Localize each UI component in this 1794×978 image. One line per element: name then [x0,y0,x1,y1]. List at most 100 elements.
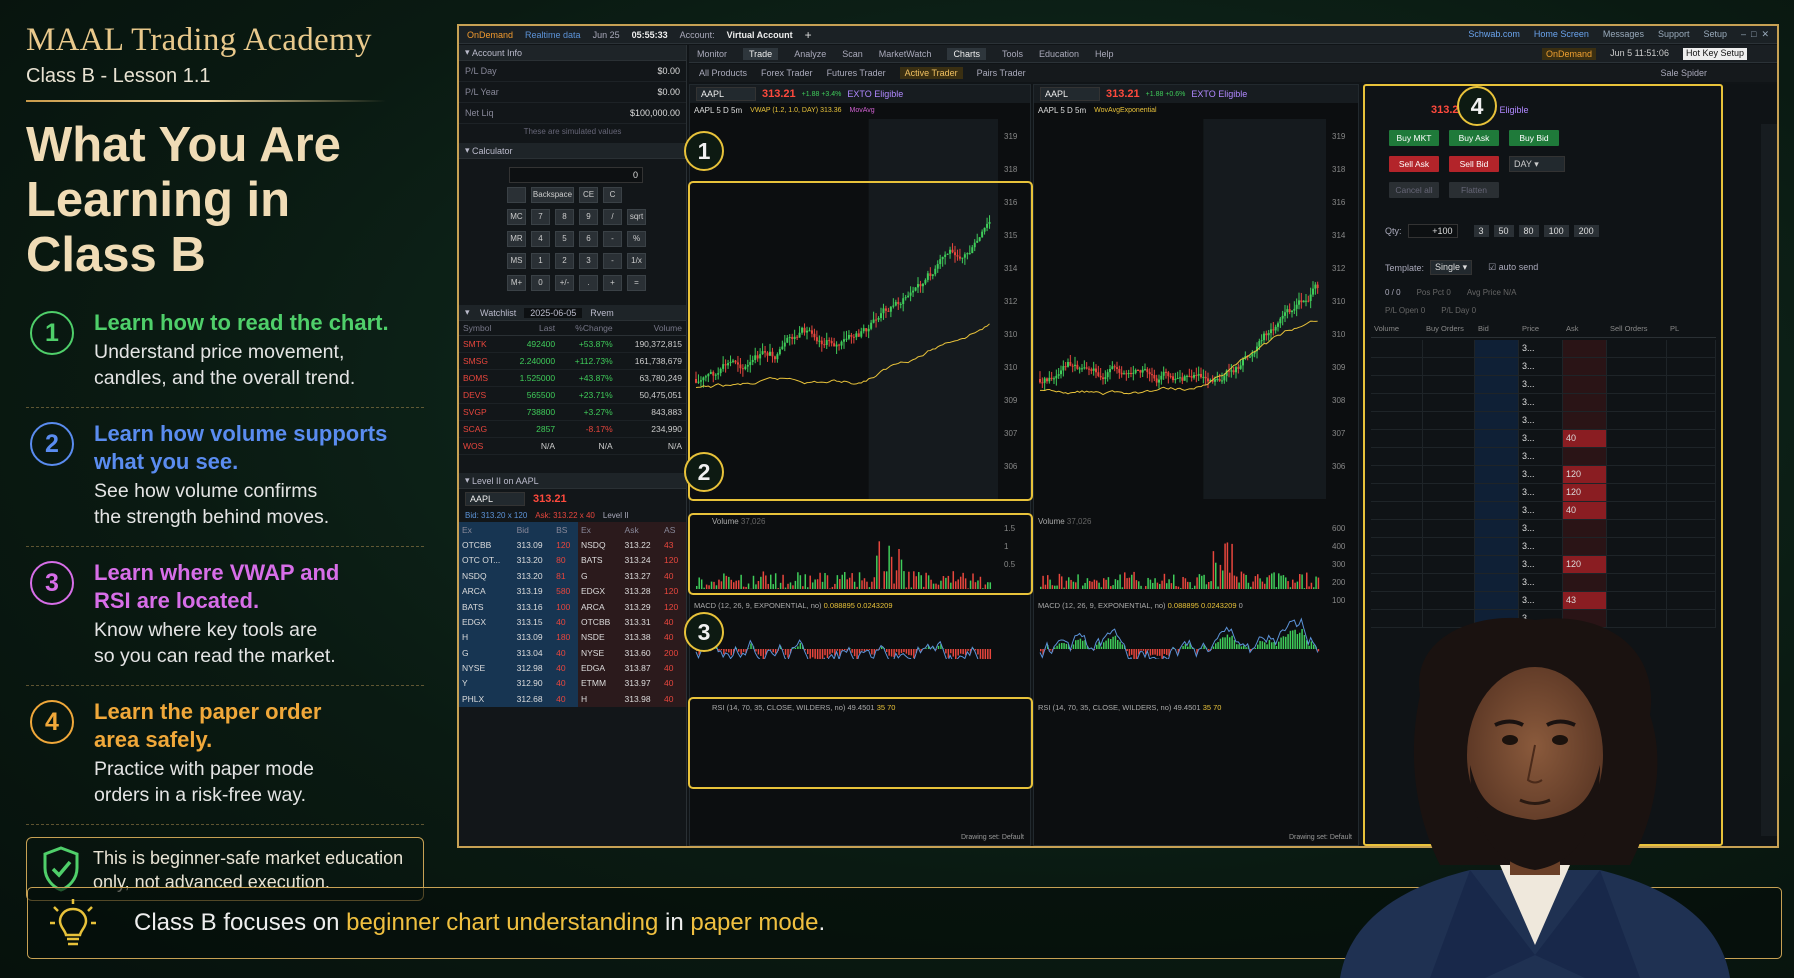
ladder-cell[interactable] [1667,538,1716,555]
calc-key[interactable]: 3 [579,253,598,269]
ladder-ask[interactable]: 120 [1563,484,1607,501]
ladder-ask[interactable]: 120 [1563,466,1607,483]
ladder-cell[interactable] [1667,592,1716,609]
ladder-row[interactable]: 3... [1371,412,1716,430]
ladder-cell[interactable] [1667,412,1716,429]
menu-scan[interactable]: Scan [842,49,863,59]
ladder-cell[interactable] [1607,466,1667,483]
menu-marketwatch[interactable]: MarketWatch [879,49,932,59]
ladder-cell[interactable] [1423,430,1475,447]
col-symbol[interactable]: Symbol [459,321,505,336]
ladder-cell[interactable] [1475,412,1519,429]
ladder-cell[interactable] [1423,574,1475,591]
buy-ask-button[interactable]: Buy Ask [1449,130,1499,146]
calc-key[interactable]: 8 [555,209,574,225]
ladder-cell[interactable] [1423,484,1475,501]
ladder-ask[interactable] [1563,520,1607,537]
ladder-cell[interactable] [1423,466,1475,483]
level2-row[interactable]: OTCBB 313.09 120 NSDQ 313.22 43 [459,537,686,553]
level2-row[interactable]: NSDQ 313.20 81 G 313.27 40 [459,568,686,584]
ladder-cell[interactable] [1607,520,1667,537]
ladder-cell[interactable] [1475,466,1519,483]
price-ladder[interactable]: 3... 3... 3... 3... 3... 3... 40 3... 3... 120 3..… [1371,340,1716,628]
ladder-cell[interactable] [1607,592,1667,609]
ladder-cell[interactable] [1371,358,1423,375]
ladder-cell[interactable] [1667,376,1716,393]
calc-key[interactable]: 1 [531,253,550,269]
ladder-cell[interactable] [1371,466,1423,483]
watchlist-row[interactable]: SVGP 738800 +3.27% 843,883 [459,403,686,421]
col-change[interactable]: %Change [559,321,617,336]
ladder-cell[interactable] [1475,556,1519,573]
watchlist-row[interactable]: DEVS 565500 +23.71% 50,475,051 [459,386,686,404]
level2-row[interactable]: NYSE 312.98 40 EDGA 313.87 40 [459,660,686,676]
ladder-cell[interactable] [1475,394,1519,411]
ladder-cell[interactable] [1371,376,1423,393]
calc-key[interactable]: 6 [579,231,598,247]
ladder-cell[interactable] [1475,502,1519,519]
ladder-row[interactable]: 3... 120 [1371,484,1716,502]
ladder-cell[interactable] [1607,538,1667,555]
level2-row[interactable]: Y 312.90 40 ETMM 313.97 40 [459,675,686,692]
calc-key[interactable]: 0 [531,275,550,291]
ladder-cell[interactable] [1423,592,1475,609]
ladder-cell[interactable] [1423,412,1475,429]
side-toolbar[interactable] [1761,124,1777,836]
submenu-futures-trader[interactable]: Futures Trader [827,68,886,78]
ladder-cell[interactable] [1667,556,1716,573]
ladder-cell[interactable] [1667,340,1716,357]
link-support[interactable]: Support [1658,29,1690,40]
ladder-cell[interactable] [1667,502,1716,519]
link-home-screen[interactable]: Home Screen [1534,29,1589,40]
ladder-cell[interactable] [1423,448,1475,465]
calc-key[interactable]: % [627,231,646,247]
ladder-cell[interactable] [1371,502,1423,519]
ladder-row[interactable]: 3... [1371,538,1716,556]
ladder-ask[interactable] [1563,448,1607,465]
watchlist-row[interactable]: SCAG 2857 -8.17% 234,990 [459,420,686,438]
watchlist-date[interactable]: 2025-06-05 [524,307,583,318]
menu-trade[interactable]: Trade [743,47,779,60]
menu-monitor[interactable]: Monitor [697,49,727,59]
ladder-ask[interactable]: 40 [1563,430,1607,447]
calc-key[interactable]: 1/x [627,253,646,269]
ladder-row[interactable]: 3... [1371,574,1716,592]
level2-row[interactable]: G 313.04 40 NYSE 313.60 200 [459,645,686,661]
ladder-row[interactable]: 3... [1371,358,1716,376]
ladder-cell[interactable] [1607,484,1667,501]
ladder-cell[interactable] [1475,538,1519,555]
chart-right-symbol-input[interactable]: AAPL [1040,87,1100,101]
ondemand-label[interactable]: OnDemand [467,30,513,40]
ladder-ask[interactable]: 43 [1563,592,1607,609]
ladder-cell[interactable] [1371,574,1423,591]
level2-row[interactable]: PHLX 312.68 40 H 313.98 40 [459,691,686,707]
ladder-cell[interactable] [1423,358,1475,375]
calc-key[interactable]: = [627,275,646,291]
calc-key[interactable]: MR [507,231,526,247]
ladder-cell[interactable] [1475,358,1519,375]
calc-key[interactable]: M+ [507,275,526,291]
sell-bid-button[interactable]: Sell Bid [1449,156,1499,172]
ladder-ask[interactable] [1563,412,1607,429]
ladder-cell[interactable] [1423,520,1475,537]
ladder-cell[interactable] [1371,394,1423,411]
level2-row[interactable]: BATS 313.16 100 ARCA 313.29 120 [459,598,686,615]
ladder-ask[interactable] [1563,340,1607,357]
menu-charts[interactable]: Charts [947,47,986,60]
ladder-cell[interactable] [1607,358,1667,375]
ladder-cell[interactable] [1423,556,1475,573]
menu-tools[interactable]: Tools [1002,49,1023,59]
level2-row[interactable]: H 313.09 180 NSDE 313.38 40 [459,629,686,645]
menu-help[interactable]: Help [1095,49,1114,59]
watchlist-row[interactable]: BOMS 1.525000 +43.87% 63,780,249 [459,369,686,387]
ladder-row[interactable]: 3... 120 [1371,556,1716,574]
ladder-cell[interactable] [1667,430,1716,447]
sell-ask-button[interactable]: Sell Ask [1389,156,1439,172]
sale-spider-label[interactable]: Sale Spider [1660,68,1777,78]
level2-row[interactable]: OTC OT... 313.20 80 BATS 313.24 120 [459,552,686,569]
level2-symbol-input[interactable]: AAPL [465,492,525,506]
ladder-cell[interactable] [1607,340,1667,357]
ladder-cell[interactable] [1371,592,1423,609]
qty-preset-button[interactable]: 80 [1518,225,1539,237]
watchlist-aggregation[interactable]: Rvem [590,308,614,318]
